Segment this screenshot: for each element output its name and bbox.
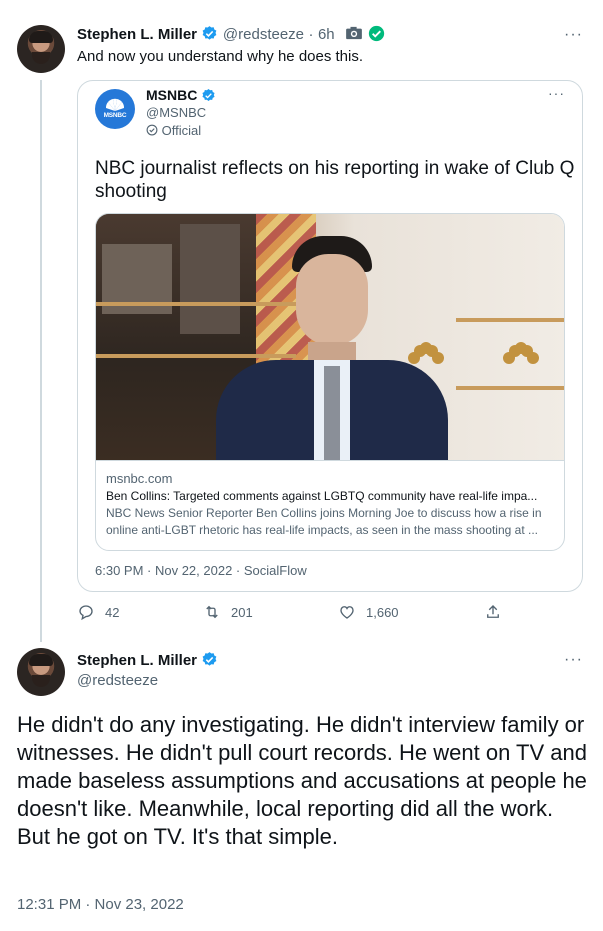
retweet-count: 201 (231, 604, 253, 620)
more-icon[interactable]: ··· (564, 651, 583, 669)
article-image (96, 214, 564, 460)
quote-author-name[interactable]: MSNBC (146, 87, 197, 103)
avatar[interactable] (17, 648, 65, 696)
like-button[interactable]: 1,660 (338, 603, 399, 621)
official-badge-icon (146, 124, 158, 136)
thread-line (40, 80, 42, 642)
quote-timestamp[interactable]: 6:30 PM · Nov 22, 2022 · SocialFlow (95, 563, 307, 578)
tweet-text: He didn't do any investigating. He didn'… (17, 712, 587, 849)
like-icon (340, 606, 354, 619)
quote-author-handle[interactable]: @MSNBC (146, 105, 206, 120)
tweet1-header: Stephen L. Miller @redsteeze · 6h (77, 25, 385, 44)
official-label: Official (146, 123, 201, 138)
verified-badge-icon (203, 26, 217, 40)
article-meta: msnbc.com Ben Collins: Targeted comments… (96, 460, 564, 550)
author-name[interactable]: Stephen L. Miller (77, 26, 197, 43)
author-handle[interactable]: @redsteeze (223, 26, 304, 43)
share-icon (487, 605, 499, 618)
tweet2-header: Stephen L. Miller (77, 651, 218, 670)
verified-badge-icon (202, 88, 215, 101)
reply-icon (79, 605, 93, 621)
reply-button[interactable]: 42 (77, 603, 119, 621)
camera-icon (346, 26, 362, 40)
tweet-timestamp[interactable]: 12:31 PM · Nov 23, 2022 (17, 896, 184, 913)
like-count: 1,660 (366, 604, 399, 620)
author-handle[interactable]: @redsteeze (77, 672, 158, 689)
author-name[interactable]: Stephen L. Miller (77, 652, 197, 669)
avatar[interactable] (17, 25, 65, 73)
article-description: NBC News Senior Reporter Ben Collins joi… (106, 506, 542, 537)
msnbc-logo: MSNBC (95, 89, 135, 129)
retweet-button[interactable]: 201 (203, 603, 253, 621)
quote-more-icon[interactable]: ··· (548, 85, 565, 101)
green-check-icon (368, 25, 384, 42)
quote-tweet-card[interactable]: MSNBC MSNBC @MSNBC Official ··· NBC jour… (77, 80, 583, 592)
article-headline: Ben Collins: Targeted comments against L… (106, 489, 538, 503)
link-preview-card[interactable]: msnbc.com Ben Collins: Targeted comments… (95, 213, 565, 551)
share-button[interactable] (484, 603, 502, 621)
tweet-text: And now you understand why he does this. (77, 48, 364, 65)
quote-text: NBC journalist reflects on his reporting… (95, 158, 575, 202)
logo-text: MSNBC (103, 112, 127, 119)
tweet-time[interactable]: 6h (318, 26, 335, 43)
quote-author: MSNBC (146, 87, 216, 103)
reply-count: 42 (105, 604, 120, 620)
retweet-icon (206, 605, 218, 619)
verified-badge-icon (203, 652, 217, 666)
more-icon[interactable]: ··· (564, 26, 583, 44)
article-domain: msnbc.com (106, 471, 173, 486)
